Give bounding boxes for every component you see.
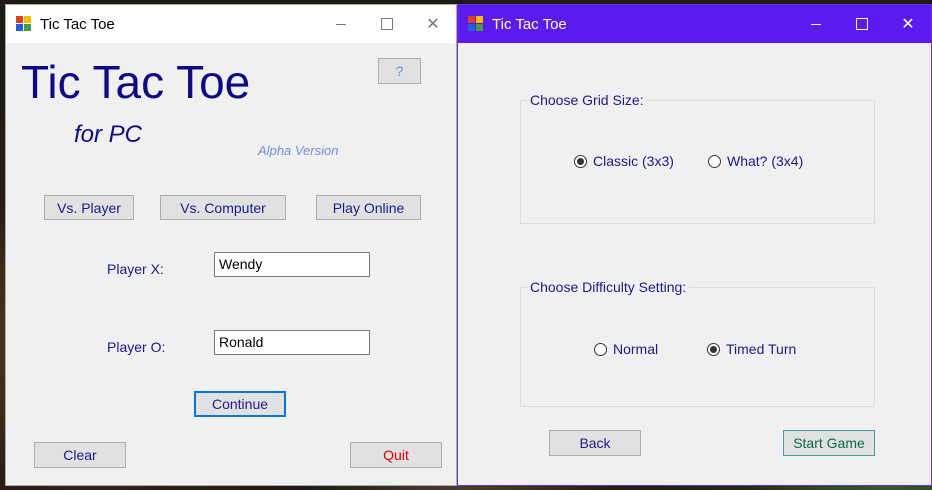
start-game-button[interactable]: Start Game <box>783 430 875 456</box>
clear-button[interactable]: Clear <box>34 442 126 468</box>
close-icon: ✕ <box>426 16 440 33</box>
difficulty-normal-label: Normal <box>613 341 659 357</box>
vs-player-button[interactable]: Vs. Player <box>44 195 134 220</box>
difficulty-normal-radio[interactable]: Normal <box>594 341 658 357</box>
minimize-icon <box>336 23 346 25</box>
close-button[interactable]: ✕ <box>410 5 456 43</box>
radio-unchecked-icon <box>594 342 607 356</box>
continue-button[interactable]: Continue <box>194 391 286 417</box>
app-icon <box>16 16 32 32</box>
app-heading: Tic Tac Toe <box>21 56 251 108</box>
grid-classic-label: Classic (3x3) <box>593 153 674 169</box>
difficulty-timed-radio[interactable]: Timed Turn <box>707 341 796 357</box>
grid-classic-radio[interactable]: Classic (3x3) <box>574 153 674 169</box>
difficulty-timed-label: Timed Turn <box>726 341 797 357</box>
minimize-icon <box>811 23 821 25</box>
grid-what-radio[interactable]: What? (3x4) <box>708 153 803 169</box>
difficulty-group-title: Choose Difficulty Setting: <box>527 279 690 295</box>
close-button[interactable]: ✕ <box>885 5 931 43</box>
game-setup-window: Tic Tac Toe ✕ Choose Grid Size: Classic … <box>457 4 932 486</box>
app-icon <box>468 16 484 32</box>
radio-checked-icon <box>574 154 587 168</box>
main-menu-window: Tic Tac Toe ✕ Tic Tac Toe for PC Alpha V… <box>5 4 457 486</box>
back-button[interactable]: Back <box>549 430 641 456</box>
radio-unchecked-icon <box>708 154 721 168</box>
vs-computer-button[interactable]: Vs. Computer <box>160 195 286 220</box>
player-o-input[interactable]: Ronald <box>214 330 370 355</box>
radio-checked-icon <box>707 342 720 356</box>
minimize-button[interactable] <box>793 5 839 43</box>
grid-size-group-title: Choose Grid Size: <box>527 92 647 108</box>
player-x-input[interactable]: Wendy <box>214 252 370 277</box>
player-o-label: Player O: <box>107 339 166 355</box>
app-subheading: for PC <box>74 121 143 148</box>
maximize-icon <box>856 18 868 30</box>
maximize-button[interactable] <box>839 5 885 43</box>
help-button[interactable]: ? <box>378 58 421 84</box>
maximize-icon <box>381 18 393 30</box>
window-title: Tic Tac Toe <box>492 15 567 33</box>
play-online-button[interactable]: Play Online <box>316 195 421 220</box>
quit-button[interactable]: Quit <box>350 442 442 468</box>
version-label: Alpha Version <box>258 143 339 158</box>
player-x-label: Player X: <box>107 261 164 277</box>
title-bar[interactable]: Tic Tac Toe ✕ <box>6 5 456 43</box>
minimize-button[interactable] <box>318 5 364 43</box>
difficulty-group: Choose Difficulty Setting: <box>520 279 875 407</box>
close-icon: ✕ <box>901 16 915 33</box>
maximize-button[interactable] <box>364 5 410 43</box>
title-bar[interactable]: Tic Tac Toe ✕ <box>458 5 931 43</box>
window-title: Tic Tac Toe <box>40 15 115 33</box>
grid-what-label: What? (3x4) <box>727 153 804 169</box>
